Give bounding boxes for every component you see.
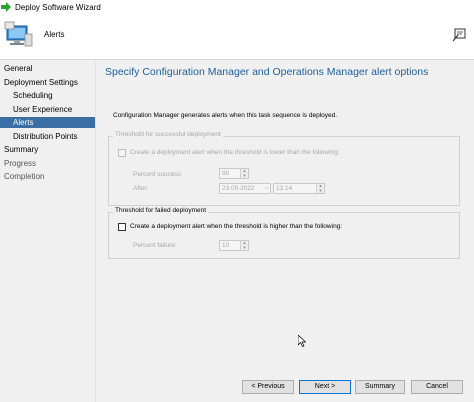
date-picker[interactable]: 23.09.2022 ⌵ [219, 183, 271, 194]
stepper-arrows-icon[interactable]: ▲ ▼ [240, 168, 248, 178]
success-alert-checkbox[interactable] [118, 149, 126, 157]
computer-icon [4, 21, 33, 47]
percent-success-stepper[interactable]: 90 ▲ ▼ [219, 168, 249, 179]
sidebar-item-summary[interactable]: Summary [0, 144, 99, 155]
date-value: 23.09.2022 [222, 185, 255, 192]
chevron-down-icon[interactable]: ⌵ [264, 184, 269, 193]
time-value: 13:14 [276, 185, 293, 192]
sidebar-item-progress: Progress [4, 159, 37, 168]
sidebar-item-user-experience[interactable]: User Experience [0, 104, 108, 115]
sidebar-item-completion: Completion [4, 172, 45, 181]
sidebar-item-deployment-settings[interactable]: Deployment Settings [0, 77, 99, 88]
title-bar: Deploy Software Wizard [0, 0, 474, 14]
success-alert-checkbox-label: Create a deployment alert when the thres… [130, 149, 340, 156]
wizard-header: Alerts [0, 14, 474, 60]
next-button[interactable]: Next > [299, 380, 351, 394]
mouse-cursor-icon [298, 335, 306, 347]
sidebar-item-alerts[interactable]: Alerts [0, 117, 95, 128]
percent-failure-label: Percent failure: [133, 242, 177, 249]
failure-alert-checkbox-label: Create a deployment alert when the thres… [130, 223, 343, 230]
window-title: Deploy Software Wizard [15, 2, 101, 12]
failure-threshold-group: Threshold for failed deployment Create a… [108, 207, 460, 259]
time-picker[interactable]: 13:14 ▲ ▼ [273, 183, 325, 194]
time-stepper-arrows-icon[interactable]: ▲ ▼ [316, 183, 324, 193]
sidebar-item-scheduling[interactable]: Scheduling [0, 90, 108, 101]
sidebar-item-distribution-points[interactable]: Distribution Points [0, 131, 108, 142]
cancel-button[interactable]: Cancel [411, 380, 463, 394]
percent-failure-value: 10 [222, 242, 230, 249]
sidebar-item-general[interactable]: General [0, 63, 99, 74]
green-arrow-icon [1, 2, 11, 12]
wizard-sidebar: General Deployment Settings Scheduling U… [0, 60, 96, 402]
header-page-name: Alerts [44, 30, 65, 39]
failure-group-label: Threshold for failed deployment [113, 207, 209, 214]
percent-success-label: Percent success: [133, 171, 183, 178]
wizard-content: Specify Configuration Manager and Operat… [96, 60, 474, 402]
success-threshold-group: Threshold for successful deployment Crea… [108, 131, 460, 206]
success-group-label: Threshold for successful deployment [113, 131, 223, 138]
percent-failure-stepper[interactable]: 10 ▲ ▼ [219, 240, 249, 251]
summary-button[interactable]: Summary [355, 380, 405, 394]
failure-alert-checkbox[interactable] [118, 223, 126, 231]
page-description: Configuration Manager generates alerts w… [113, 112, 338, 119]
wizard-assistant-icon [452, 28, 466, 42]
failure-stepper-arrows-icon[interactable]: ▲ ▼ [240, 240, 248, 250]
page-title: Specify Configuration Manager and Operat… [105, 66, 429, 78]
after-label: After: [133, 185, 149, 192]
percent-success-value: 90 [222, 170, 230, 177]
previous-button[interactable]: < Previous [242, 380, 294, 394]
